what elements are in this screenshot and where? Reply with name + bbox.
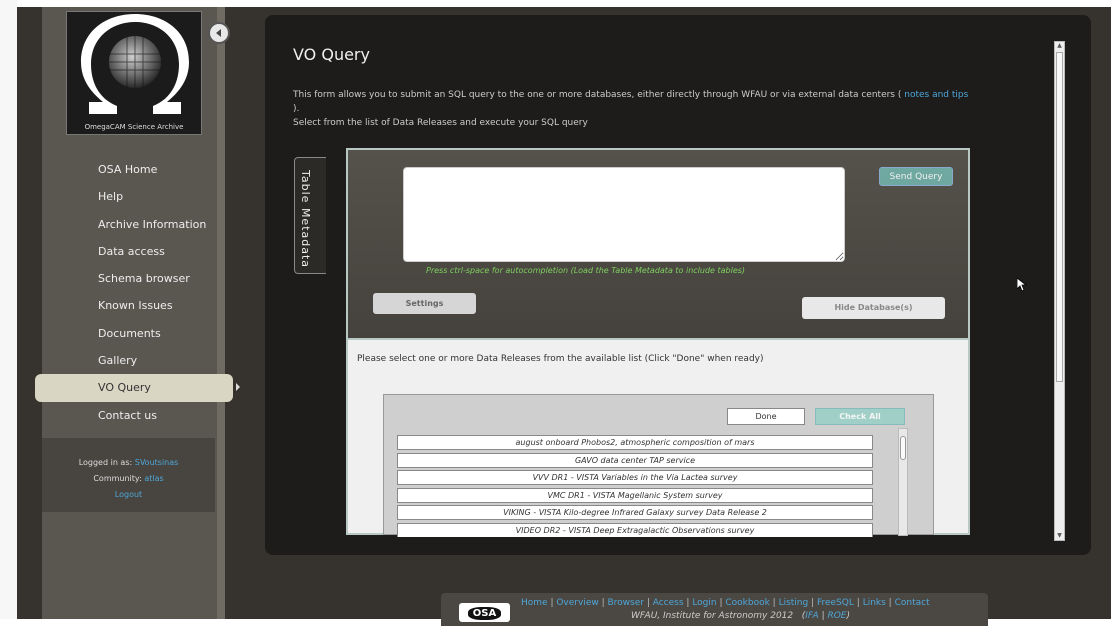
osa-logo[interactable]: OSA [459,603,510,622]
data-release-panel: Please select one or more Data Releases … [346,340,970,537]
sidebar-item-osa-home[interactable]: OSA Home [17,156,235,183]
copyright-text: WFAU, Institute for Astronomy 2012 [631,611,794,621]
sidebar-item-documents[interactable]: Documents [17,320,235,347]
release-label: VMC DR1 - VISTA Magellanic System survey [397,487,873,503]
collapse-sidebar-button[interactable] [208,22,230,44]
sidebar-item-known-issues[interactable]: Known Issues [17,292,235,319]
data-release-box: Done Check All august onboard Phobos2, a… [383,394,934,537]
page-title: VO Query [293,45,370,64]
sidebar-item-archive-information[interactable]: Archive Information [17,211,235,238]
done-button[interactable]: Done [727,408,805,425]
footer-link-overview[interactable]: Overview [556,598,598,608]
arrow-left-icon [216,29,221,37]
footer-copyright: WFAU, Institute for Astronomy 2012 (IFA … [631,611,851,621]
release-label: VIKING - VISTA Kilo-degree Infrared Gala… [397,505,873,520]
release-scroll-thumb[interactable] [900,436,906,460]
omega-icon [81,14,189,114]
select-releases-message: Please select one or more Data Releases … [357,354,764,364]
footer-link-cookbook[interactable]: Cookbook [725,598,769,608]
login-info: Logged in as: SVoutsinas Community: atla… [42,438,215,512]
community-label: Community: [93,474,142,483]
main-content: VO Query This form allows you to submit … [293,45,1033,130]
sidebar-item-contact-us[interactable]: Contact us [17,402,235,429]
list-item: GAVO data center TAP service [397,452,874,470]
scroll-up-icon[interactable]: ▲ [1056,42,1063,50]
check-all-button[interactable]: Check All [815,408,905,425]
footer-link-roe[interactable]: ROE [827,611,846,621]
main-scrollbar[interactable]: ▲ ▼ [1054,41,1065,541]
omegacam-logo[interactable]: OmegaCAM Science Archive [66,11,202,135]
description-end: ). [293,104,300,114]
logged-in-label: Logged in as: [78,458,133,467]
footer-link-login[interactable]: Login [692,598,716,608]
footer-link-links[interactable]: Links [863,598,886,608]
mouse-cursor-icon [1017,278,1027,292]
sidebar-nav: OSA Home Help Archive Information Data a… [17,156,240,429]
footer-link-listing[interactable]: Listing [779,598,809,608]
sidebar-item-gallery[interactable]: Gallery [17,347,235,374]
footer-link-access[interactable]: Access [653,598,684,608]
footer-link-contact[interactable]: Contact [895,598,930,608]
table-metadata-tab[interactable]: Table Metadata [294,157,326,274]
osa-logo-text: OSA [467,607,502,620]
footer-link-browser[interactable]: Browser [607,598,643,608]
hide-databases-button[interactable]: Hide Database(s) [802,297,945,319]
release-label: august onboard Phobos2, atmospheric comp… [397,435,873,450]
query-panel: Send Query Press ctrl-space for autocomp… [346,148,970,340]
description-text: This form allows you to submit an SQL qu… [293,90,902,100]
sidebar-item-schema-browser[interactable]: Schema browser [17,265,235,292]
send-query-button[interactable]: Send Query [879,167,953,186]
sql-query-input[interactable] [403,167,845,262]
release-label: VIDEO DR2 - VISTA Deep Extragalactic Obs… [397,522,873,537]
footer: OSA Home | Overview | Browser | Access |… [441,593,988,626]
list-item: VMC DR1 - VISTA Magellanic System survey [397,487,874,505]
sidebar-item-vo-query[interactable]: VO Query [35,374,240,402]
data-release-list: august onboard Phobos2, atmospheric comp… [397,434,874,537]
footer-links: Home | Overview | Browser | Access | Log… [521,598,930,608]
list-item: VIKING - VISTA Kilo-degree Infrared Gala… [397,504,874,522]
settings-button[interactable]: Settings [373,293,476,314]
table-metadata-label: Table Metadata [299,170,312,269]
logo-caption: OmegaCAM Science Archive [84,123,184,131]
notes-and-tips-link[interactable]: notes and tips [904,90,968,100]
autocomplete-hint: Press ctrl-space for autocompletion (Loa… [426,266,746,275]
list-item: VIDEO DR2 - VISTA Deep Extragalactic Obs… [397,522,874,537]
username-link[interactable]: SVoutsinas [135,458,179,467]
logout-link[interactable]: Logout [115,490,142,499]
list-item: august onboard Phobos2, atmospheric comp… [397,434,874,452]
scrollbar-thumb[interactable] [1056,52,1063,382]
footer-link-freesql[interactable]: FreeSQL [817,598,854,608]
footer-link-home[interactable]: Home [521,598,548,608]
list-item: VVV DR1 - VISTA Variables in the Via Lac… [397,469,874,487]
footer-link-ifa[interactable]: IFA [805,611,818,621]
community-link[interactable]: atlas [144,474,163,483]
description-line-2: Select from the list of Data Releases an… [293,118,588,128]
left-margin [0,0,17,619]
release-label: VVV DR1 - VISTA Variables in the Via Lac… [397,470,873,485]
scroll-down-icon[interactable]: ▼ [1056,532,1063,540]
release-label: GAVO data center TAP service [397,452,873,468]
release-list-scrollbar[interactable] [898,428,908,536]
page-description: This form allows you to submit an SQL qu… [293,88,1033,130]
page-background: OmegaCAM Science Archive OSA Home Help A… [17,7,1111,626]
sidebar-item-data-access[interactable]: Data access [17,238,235,265]
sidebar-item-help[interactable]: Help [17,183,235,210]
